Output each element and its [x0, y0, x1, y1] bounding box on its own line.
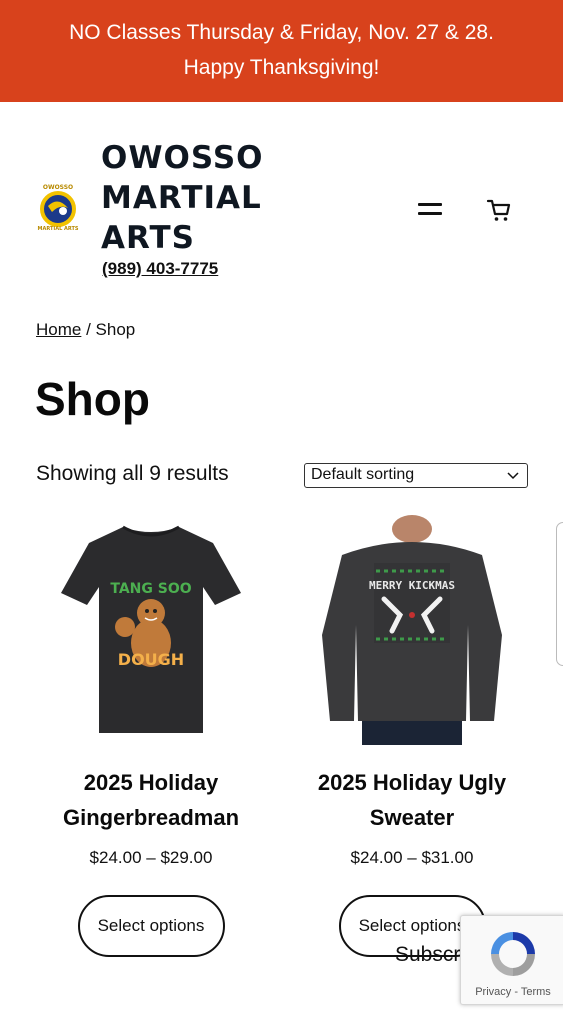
recaptcha-privacy-link[interactable]: Privacy — [475, 986, 511, 998]
menu-button[interactable] — [416, 200, 444, 220]
product-title-link[interactable]: 2025 Holiday Ugly Sweater — [292, 765, 532, 835]
announcement-line-1: NO Classes Thursday & Friday, Nov. 27 & … — [69, 21, 494, 44]
breadcrumb-current: Shop — [95, 320, 136, 339]
sweater-print: MERRY KICKMAS — [369, 579, 455, 592]
product-title-line-2: Gingerbreadman — [62, 805, 240, 830]
site-header: OWOSSO MARTIAL ARTS OWOSSO MARTIAL ARTS … — [0, 102, 563, 292]
sort-select[interactable]: Default sorting — [304, 463, 528, 488]
product-image-gingerbread-shirt[interactable]: TANG SOO DOUGH — [31, 515, 271, 745]
breadcrumb: Home / Shop — [36, 320, 135, 340]
breadcrumb-home-link[interactable]: Home — [36, 320, 81, 339]
hamburger-icon-bar — [418, 212, 442, 215]
product-price: $24.00 – $31.00 — [350, 848, 474, 867]
announcement-banner: NO Classes Thursday & Friday, Nov. 27 & … — [0, 0, 563, 102]
sort-selected-value: Default sorting — [311, 466, 415, 483]
next-product-card-edge — [556, 522, 563, 666]
shirt-print-top: TANG SOO — [110, 581, 191, 597]
product-title-line-2: Sweater — [369, 805, 455, 830]
product-title-line-1: 2025 Holiday — [83, 770, 219, 795]
product-title-link[interactable]: 2025 Holiday Gingerbreadman — [31, 765, 271, 835]
announcement-line-2: Happy Thanksgiving! — [183, 56, 380, 79]
svg-text:OWOSSO: OWOSSO — [43, 184, 73, 191]
phone-link[interactable]: (989) 403-7775 — [102, 259, 218, 279]
product-title-line-1: 2025 Holiday Ugly — [317, 770, 507, 795]
product-card: TANG SOO DOUGH 2025 Holiday Gingerbreadm… — [31, 515, 271, 957]
recaptcha-links: Privacy - Terms — [461, 986, 563, 998]
site-logo[interactable]: OWOSSO MARTIAL ARTS — [36, 182, 80, 232]
brand-line-1: OWOSSO — [101, 140, 264, 176]
recaptcha-icon — [491, 932, 535, 976]
product-price: $24.00 – $29.00 — [89, 848, 213, 867]
page-title: Shop — [35, 373, 150, 425]
chevron-down-icon — [507, 472, 519, 480]
result-count: Showing all 9 results — [36, 462, 229, 485]
site-brand[interactable]: OWOSSO MARTIAL ARTS — [101, 138, 291, 258]
recaptcha-badge[interactable]: Privacy - Terms — [460, 915, 563, 1005]
recaptcha-separator: - — [511, 986, 521, 998]
brand-line-2: MARTIAL — [101, 180, 262, 216]
shirt-print-bottom: DOUGH — [118, 650, 184, 669]
product-image-ugly-sweater[interactable]: MERRY KICKMAS — [292, 515, 532, 745]
breadcrumb-separator: / — [81, 320, 96, 339]
brand-line-3: ARTS — [101, 220, 195, 256]
recaptcha-terms-link[interactable]: Terms — [521, 986, 551, 998]
select-options-button[interactable]: Select options — [77, 895, 225, 957]
hamburger-icon — [418, 203, 442, 206]
cart-button[interactable] — [485, 196, 513, 224]
cart-icon — [486, 199, 511, 221]
svg-text:MARTIAL ARTS: MARTIAL ARTS — [37, 226, 78, 232]
product-card: MERRY KICKMAS 2025 Holiday Ugly Sweater … — [292, 515, 532, 957]
